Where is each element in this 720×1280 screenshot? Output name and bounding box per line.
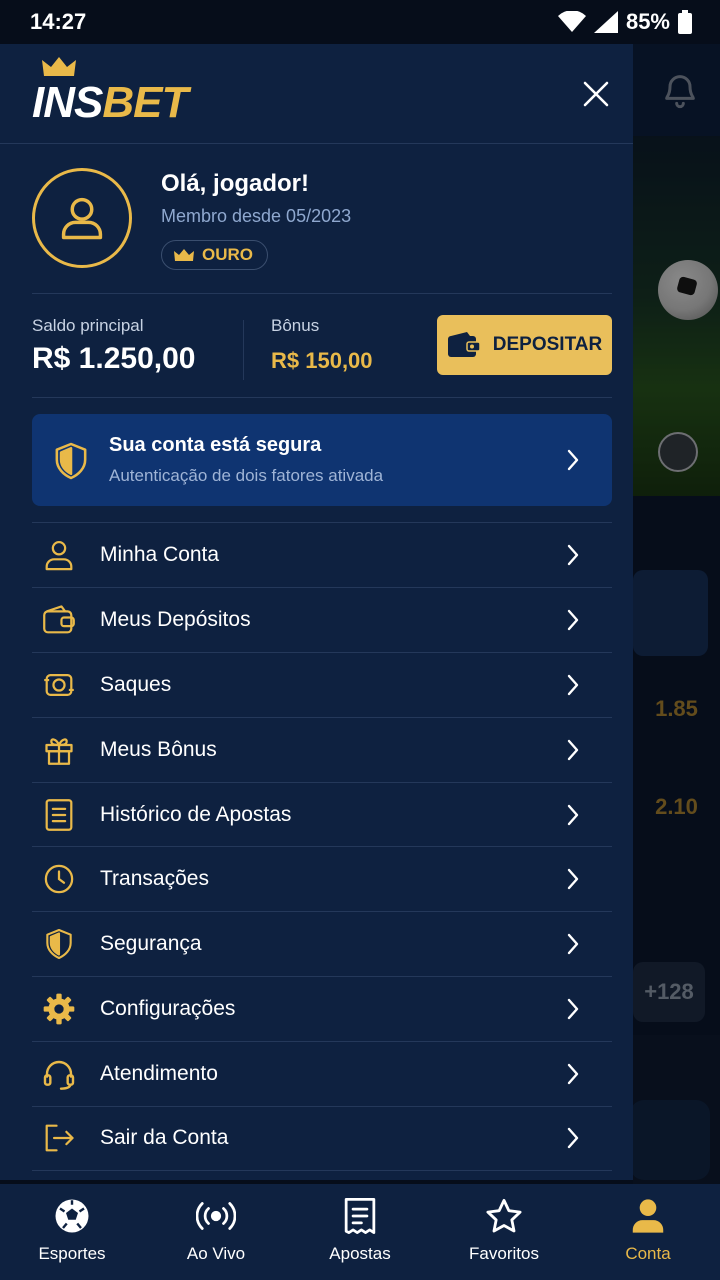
nav-conta[interactable]: Conta bbox=[576, 1184, 720, 1280]
logo-text-bet: BET bbox=[102, 78, 188, 127]
menu-label: Minha Conta bbox=[100, 542, 220, 566]
greeting-text: Olá, jogador! bbox=[161, 170, 310, 197]
shield-icon bbox=[42, 927, 76, 961]
menu-label: Meus Bônus bbox=[100, 737, 217, 761]
nav-label: Apostas bbox=[329, 1244, 391, 1263]
menu-label: Saques bbox=[100, 672, 172, 696]
user-icon bbox=[42, 538, 76, 572]
battery-icon bbox=[678, 10, 692, 34]
menu-label: Transações bbox=[100, 867, 209, 891]
soccer-ball-icon bbox=[52, 1196, 92, 1236]
status-time: 14:27 bbox=[30, 9, 87, 34]
menu-item-sair-da-conta[interactable]: Sair da Conta bbox=[32, 1106, 612, 1171]
close-icon[interactable] bbox=[576, 74, 616, 114]
bonus-balance-value: R$ 150,00 bbox=[271, 348, 373, 373]
menu-item-saques[interactable]: Saques bbox=[32, 651, 612, 717]
deposit-button[interactable]: DEPOSITAR bbox=[437, 315, 612, 375]
chevron-right-icon bbox=[567, 804, 579, 825]
menu-item-transacoes[interactable]: Transações bbox=[32, 846, 612, 911]
security-title: Sua conta está segura bbox=[109, 434, 322, 456]
menu-label: Sair da Conta bbox=[100, 1126, 229, 1150]
nav-label: Esportes bbox=[38, 1244, 106, 1263]
tier-badge: OURO bbox=[161, 240, 268, 270]
menu-item-seguranca[interactable]: Segurança bbox=[32, 911, 612, 976]
chevron-right-icon bbox=[567, 739, 579, 760]
deposit-label: DEPOSITAR bbox=[492, 334, 603, 355]
wallet-icon bbox=[447, 332, 481, 357]
crown-icon bbox=[42, 57, 76, 76]
tier-label: OURO bbox=[202, 245, 253, 264]
gear-icon bbox=[42, 992, 76, 1026]
drawer-header: INSBET bbox=[0, 44, 633, 144]
profile-section: Olá, jogador! Membro desde 05/2023 OURO bbox=[32, 168, 612, 294]
wifi-icon bbox=[557, 11, 586, 33]
security-subtitle: Autenticação de dois fatores ativada bbox=[109, 466, 384, 485]
menu-label: Configurações bbox=[100, 997, 236, 1021]
clock-icon bbox=[42, 862, 76, 896]
account-menu: Minha Conta Meus Depósitos Saques Meus B… bbox=[32, 522, 612, 1171]
chevron-right-icon bbox=[567, 869, 579, 890]
brand-logo: INSBET bbox=[32, 56, 212, 132]
menu-item-meus-bonus[interactable]: Meus Bônus bbox=[32, 716, 612, 782]
gift-icon bbox=[42, 733, 76, 767]
chevron-right-icon bbox=[567, 544, 579, 566]
nav-favoritos[interactable]: Favoritos bbox=[432, 1184, 576, 1280]
menu-label: Segurança bbox=[100, 932, 202, 956]
menu-item-minha-conta[interactable]: Minha Conta bbox=[32, 522, 612, 587]
menu-item-historico-apostas[interactable]: Histórico de Apostas bbox=[32, 781, 612, 847]
shield-icon bbox=[55, 442, 87, 480]
chevron-right-icon bbox=[567, 998, 579, 1020]
wallet-icon bbox=[42, 603, 76, 637]
chevron-right-icon bbox=[567, 934, 579, 955]
chevron-right-icon bbox=[567, 674, 579, 695]
user-icon bbox=[628, 1196, 668, 1236]
user-icon bbox=[61, 197, 103, 240]
menu-item-configuracoes[interactable]: Configurações bbox=[32, 976, 612, 1041]
security-card[interactable]: Sua conta está segura Autenticação de do… bbox=[32, 414, 612, 506]
nav-label: Favoritos bbox=[469, 1244, 539, 1263]
chevron-right-icon bbox=[567, 1063, 579, 1085]
live-icon bbox=[196, 1196, 236, 1236]
status-bar: 14:27 85% bbox=[0, 0, 720, 44]
betslip-icon bbox=[340, 1196, 380, 1236]
main-balance-label: Saldo principal bbox=[32, 316, 144, 335]
chevron-right-icon bbox=[567, 609, 579, 631]
chevron-right-icon bbox=[567, 1128, 579, 1149]
menu-item-meus-depositos[interactable]: Meus Depósitos bbox=[32, 586, 612, 652]
member-since: Membro desde 05/2023 bbox=[161, 206, 352, 226]
balance-divider bbox=[243, 320, 244, 380]
document-icon bbox=[42, 798, 76, 832]
nav-esportes[interactable]: Esportes bbox=[0, 1184, 144, 1280]
nav-label: Ao Vivo bbox=[186, 1244, 246, 1263]
menu-label: Meus Depósitos bbox=[100, 607, 251, 631]
chevron-right-icon bbox=[567, 449, 579, 471]
menu-label: Atendimento bbox=[100, 1062, 218, 1086]
menu-item-atendimento[interactable]: Atendimento bbox=[32, 1041, 612, 1106]
logout-icon bbox=[42, 1121, 76, 1155]
divider bbox=[32, 397, 612, 398]
battery-percent: 85% bbox=[625, 9, 670, 34]
headset-icon bbox=[42, 1057, 76, 1091]
divider bbox=[32, 293, 612, 294]
main-balance-value: R$ 1.250,00 bbox=[32, 342, 196, 375]
crown-icon bbox=[174, 249, 194, 261]
avatar[interactable] bbox=[32, 168, 132, 268]
logo-text-ins: INS bbox=[32, 78, 103, 127]
side-drawer: INSBET Olá, jogador! Membro desde 05/202… bbox=[0, 44, 633, 1180]
nav-ao-vivo[interactable]: Ao Vivo bbox=[144, 1184, 288, 1280]
balance-section: Saldo principal R$ 1.250,00 Bônus R$ 150… bbox=[32, 315, 612, 396]
menu-label: Histórico de Apostas bbox=[100, 802, 292, 826]
signal-icon bbox=[593, 11, 618, 33]
withdraw-icon bbox=[42, 668, 76, 702]
nav-apostas[interactable]: Apostas bbox=[288, 1184, 432, 1280]
nav-label: Conta bbox=[625, 1244, 671, 1263]
bottom-nav: Esportes Ao Vivo Apostas Favoritos Conta bbox=[0, 1184, 720, 1280]
star-icon bbox=[484, 1196, 524, 1236]
bonus-balance-label: Bônus bbox=[271, 316, 320, 335]
